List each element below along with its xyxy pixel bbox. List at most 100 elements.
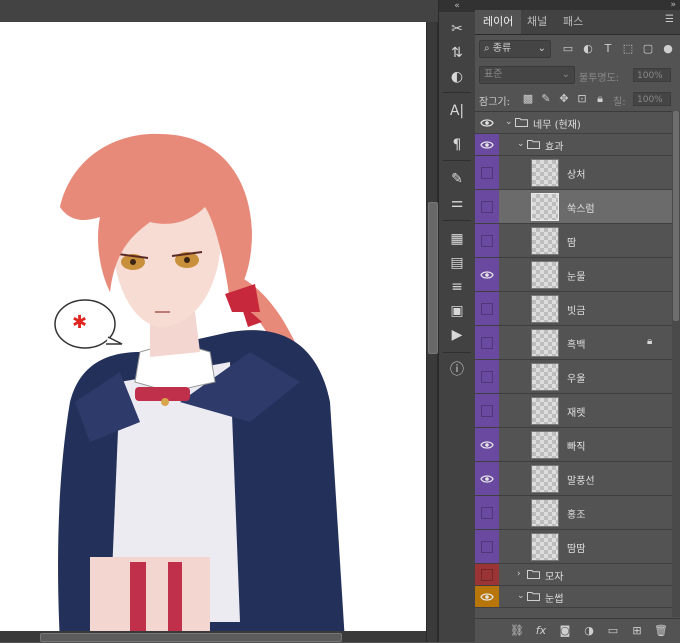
visibility-eye-icon[interactable] <box>475 586 499 607</box>
layer-row[interactable]: 말풍선 <box>475 462 672 496</box>
brush-icon[interactable]: ✎ <box>445 168 469 190</box>
chevron-down-icon[interactable]: ⌄ <box>505 117 513 127</box>
document-canvas[interactable]: ✱ <box>0 22 426 642</box>
visibility-eye-icon[interactable] <box>475 134 499 155</box>
visibility-toggle[interactable] <box>475 224 499 257</box>
layer-thumbnail[interactable] <box>531 261 559 289</box>
collapse-panel-icon[interactable]: » <box>475 0 680 10</box>
new-group-icon[interactable]: ▭ <box>605 623 621 639</box>
canvas-vertical-scrollbar[interactable] <box>427 22 438 642</box>
paragraph-icon[interactable]: ¶ <box>445 134 469 156</box>
lock-pixels-icon[interactable]: ✎ <box>539 92 553 106</box>
opacity-field[interactable]: 100% <box>633 68 671 82</box>
visibility-toggle[interactable] <box>475 530 499 563</box>
visibility-toggle[interactable] <box>475 394 499 427</box>
swap-icon[interactable]: ⇅ <box>445 42 469 64</box>
layer-row[interactable]: 빗금 <box>475 292 672 326</box>
layer-name: 흑백 <box>567 340 586 351</box>
link-icon[interactable]: ⛓ <box>509 623 525 639</box>
table-icon[interactable]: ▤ <box>445 252 469 274</box>
layer-row[interactable]: 땀땀 <box>475 530 672 564</box>
layer-row[interactable]: 홍조 <box>475 496 672 530</box>
adjustment-icon[interactable]: ◑ <box>581 623 597 639</box>
filter-kind-select[interactable]: ⌕ 종류 ⌄ <box>479 40 551 58</box>
chevron-right-icon[interactable]: › <box>517 569 521 579</box>
layer-row[interactable]: 쑥스럼 <box>475 190 672 224</box>
visibility-toggle[interactable] <box>475 156 499 189</box>
mask-icon[interactable]: ◙ <box>557 623 573 639</box>
visibility-eye-icon[interactable] <box>475 112 499 133</box>
visibility-toggle[interactable] <box>475 190 499 223</box>
gradient-icon[interactable]: ▣ <box>445 300 469 322</box>
chevron-down-icon[interactable]: ⌄ <box>517 591 525 601</box>
layers-list: ⌄ 네무 (현재) ⌄ 효과 상처 쑥스럼 땀 눈물 빗금 흑백 🔒︎ 우울 재렛 빠직 말풍선 홍조 땀땀 › 모… <box>475 111 672 618</box>
play-icon[interactable]: ▶ <box>445 324 469 346</box>
filter-adjustment-icon[interactable]: ◐ <box>581 42 595 56</box>
layer-thumbnail[interactable] <box>531 397 559 425</box>
tab-channels[interactable]: 채널 <box>519 10 555 34</box>
layer-row[interactable]: 재렛 <box>475 394 672 428</box>
layer-thumbnail[interactable] <box>531 329 559 357</box>
visibility-toggle[interactable] <box>475 564 499 585</box>
layer-thumbnail[interactable] <box>531 363 559 391</box>
layer-group-row[interactable]: ⌄ 네무 (현재) <box>475 112 672 134</box>
lock-transparent-icon[interactable]: ▩ <box>521 92 535 106</box>
color-wheel-icon[interactable]: ◐ <box>445 66 469 88</box>
fill-field[interactable]: 100% <box>633 92 671 106</box>
collapse-tools-icon[interactable]: « <box>439 0 475 12</box>
tab-layers[interactable]: 레이어 <box>475 10 522 34</box>
canvas-area[interactable]: ✱ <box>0 0 438 642</box>
filter-shape-icon[interactable]: ⬚ <box>621 42 635 56</box>
lock-all-icon[interactable]: 🔒︎ <box>593 92 607 106</box>
layer-thumbnail[interactable] <box>531 295 559 323</box>
character-icon[interactable]: A| <box>445 100 469 122</box>
sliders-icon[interactable]: ≡ <box>445 276 469 298</box>
chevron-down-icon[interactable]: ⌄ <box>517 139 525 149</box>
filter-toggle-icon[interactable]: ● <box>661 42 675 56</box>
layer-row[interactable]: 눈물 <box>475 258 672 292</box>
filter-smart-object-icon[interactable]: ▢ <box>641 42 655 56</box>
new-layer-icon[interactable]: ⊞ <box>629 623 645 639</box>
layer-group-row[interactable]: ⌄ 효과 <box>475 134 672 156</box>
lock-artboard-icon[interactable]: ⊡ <box>575 92 589 106</box>
layer-thumbnail[interactable] <box>531 465 559 493</box>
panel-menu-icon[interactable]: ☰ <box>665 14 674 25</box>
visibility-toggle[interactable] <box>475 292 499 325</box>
visibility-eye-icon[interactable] <box>475 428 499 461</box>
layer-thumbnail[interactable] <box>531 533 559 561</box>
visibility-eye-icon[interactable] <box>475 462 499 495</box>
scroll-thumb[interactable] <box>40 633 342 642</box>
layer-thumbnail[interactable] <box>531 193 559 221</box>
layer-thumbnail[interactable] <box>531 431 559 459</box>
tab-paths[interactable]: 패스 <box>555 10 591 34</box>
layer-row[interactable]: 상처 <box>475 156 672 190</box>
layer-thumbnail[interactable] <box>531 159 559 187</box>
canvas-top-bar <box>0 0 438 22</box>
info-icon[interactable]: ⓘ <box>445 358 469 380</box>
filter-pixel-icon[interactable]: ▭ <box>561 42 575 56</box>
scroll-thumb[interactable] <box>428 202 438 354</box>
delete-icon[interactable]: 🗑︎ <box>653 623 669 639</box>
fx-icon[interactable]: fx <box>533 623 549 639</box>
layer-row[interactable]: 빠직 <box>475 428 672 462</box>
filter-type-icon[interactable]: T <box>601 42 615 56</box>
layer-row[interactable]: 땀 <box>475 224 672 258</box>
scroll-thumb[interactable] <box>673 111 679 321</box>
blend-mode-select[interactable]: 표준 ⌄ <box>479 66 575 84</box>
layer-group-row[interactable]: › 모자 <box>475 564 672 586</box>
visibility-toggle[interactable] <box>475 496 499 529</box>
visibility-toggle[interactable] <box>475 326 499 359</box>
layer-thumbnail[interactable] <box>531 499 559 527</box>
canvas-horizontal-scrollbar[interactable] <box>0 631 426 642</box>
layer-row[interactable]: 흑백 🔒︎ <box>475 326 672 360</box>
visibility-toggle[interactable] <box>475 360 499 393</box>
layer-group-row[interactable]: ⌄ 눈썹 <box>475 586 672 608</box>
layers-scrollbar[interactable] <box>672 111 680 617</box>
visibility-eye-icon[interactable] <box>475 258 499 291</box>
layer-thumbnail[interactable] <box>531 227 559 255</box>
grid-icon[interactable]: ▦ <box>445 228 469 250</box>
layer-row[interactable]: 우울 <box>475 360 672 394</box>
lock-position-icon[interactable]: ✥ <box>557 92 571 106</box>
brush-settings-icon[interactable]: ⚌ <box>445 192 469 214</box>
scissors-icon[interactable]: ✂ <box>445 18 469 40</box>
